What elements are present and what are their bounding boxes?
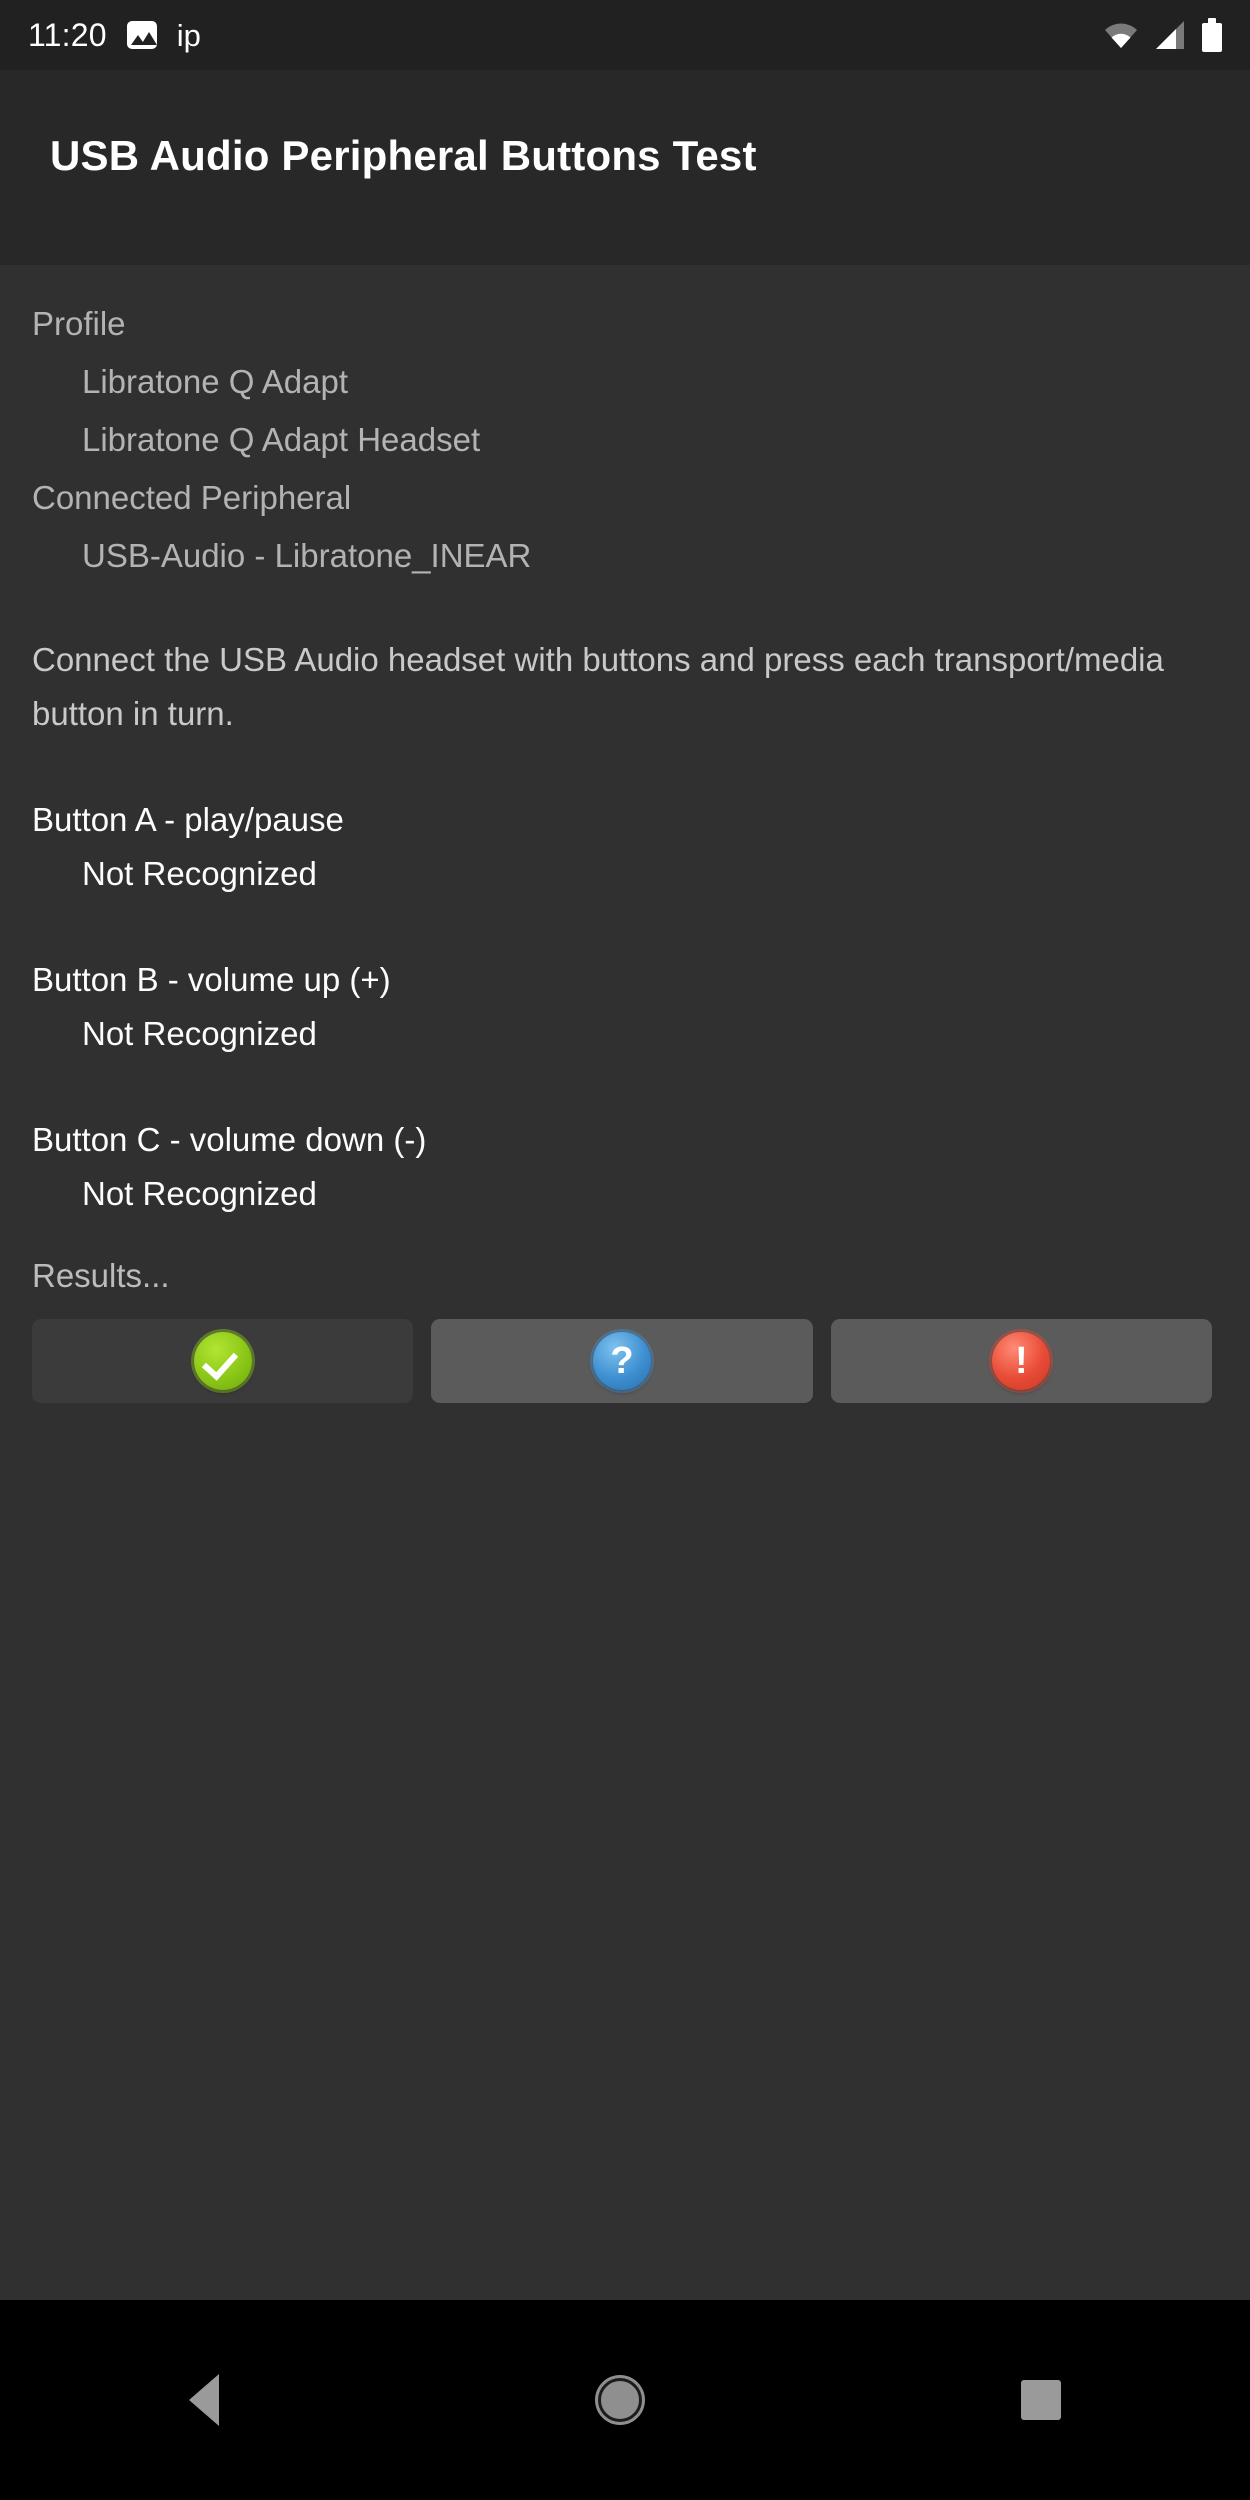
button-test-b-status: Not Recognized <box>82 1015 317 1052</box>
exclamation-circle-icon: ! <box>992 1332 1051 1390</box>
button-test-a-label: Button A - play/pause <box>32 801 344 838</box>
pass-button[interactable] <box>32 1319 414 1403</box>
results-label: Results... <box>32 1257 170 1294</box>
check-circle-icon <box>193 1332 252 1390</box>
button-test-c-status: Not Recognized <box>82 1175 317 1212</box>
cell-signal-icon <box>1154 20 1186 50</box>
page-title: USB Audio Peripheral Buttons Test <box>50 132 757 179</box>
button-test-b-label: Button B - volume up (+) <box>32 961 391 998</box>
connected-peripheral-value: USB-Audio - Libratone_INEAR <box>82 537 532 574</box>
question-circle-icon: ? <box>592 1332 651 1390</box>
wifi-icon <box>1104 21 1138 49</box>
home-nav-button[interactable] <box>597 2378 642 2422</box>
exclamation-glyph: ! <box>1014 1340 1028 1382</box>
main-content: Profile Libratone Q Adapt Libratone Q Ad… <box>0 265 1250 2300</box>
profile-label: Profile <box>32 305 126 342</box>
system-nav-bar <box>0 2300 1250 2500</box>
instructions-text: Connect the USB Audio headset with butto… <box>32 641 1164 732</box>
status-bar-notification-label: ip <box>176 17 201 53</box>
results-button-row: ? ! <box>32 1319 1218 1403</box>
button-test-c-label: Button C - volume down (-) <box>32 1121 427 1158</box>
image-icon <box>126 21 157 49</box>
app-screen: 11:20 ip USB Audio Peripheral Buttons Te… <box>0 0 1250 2500</box>
status-bar-clock: 11:20 <box>28 17 107 53</box>
status-bar-right <box>1104 18 1222 52</box>
button-test-b: Button B - volume up (+) Not Recognized <box>32 953 1218 1061</box>
question-glyph: ? <box>610 1340 634 1382</box>
battery-icon <box>1202 18 1222 52</box>
back-nav-button[interactable] <box>189 2374 220 2426</box>
app-header: USB Audio Peripheral Buttons Test <box>0 70 1250 265</box>
recents-nav-button[interactable] <box>1020 2380 1061 2420</box>
profile-value-1: Libratone Q Adapt <box>82 363 349 400</box>
connected-peripheral-label: Connected Peripheral <box>32 479 352 516</box>
button-test-c: Button C - volume down (-) Not Recognize… <box>32 1113 1218 1221</box>
button-test-a: Button A - play/pause Not Recognized <box>32 793 1218 901</box>
status-bar-left: 11:20 ip <box>28 19 201 51</box>
fail-button[interactable]: ! <box>830 1319 1212 1403</box>
status-bar: 11:20 ip <box>0 0 1250 70</box>
button-test-a-status: Not Recognized <box>82 855 317 892</box>
info-button[interactable]: ? <box>431 1319 813 1403</box>
profile-value-2: Libratone Q Adapt Headset <box>82 421 481 458</box>
